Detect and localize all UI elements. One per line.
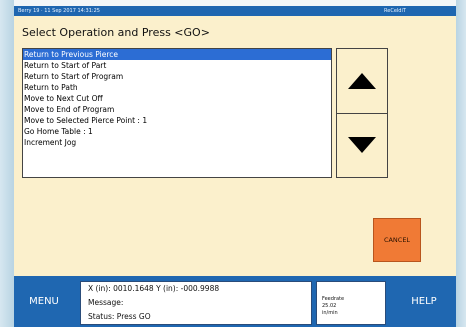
scroll-buttons	[336, 48, 388, 178]
triangle-up-icon	[348, 73, 376, 89]
feedrate-units: in/min	[322, 310, 338, 316]
position-readout: X (in): 0010.1648 Y (in): -000.9988	[88, 284, 220, 293]
monitor-bezel-right	[456, 0, 466, 327]
bottom-bar: MENU X (in): 0010.1648 Y (in): -000.9988…	[14, 276, 456, 327]
list-item-return-path[interactable]: Return to Path	[23, 82, 331, 93]
list-item-return-start-part[interactable]: Return to Start of Part	[23, 60, 331, 71]
feedrate-value: 25.02	[322, 303, 337, 309]
list-item-next-cut-off[interactable]: Move to Next Cut Off	[23, 93, 331, 104]
menu-button[interactable]: MENU	[14, 276, 74, 327]
title-bar: Berry 19 · 11 Sep 2017 14:31:25 ReCeldiT	[14, 6, 456, 16]
monitor-bezel-left	[0, 0, 14, 327]
list-item-return-start-program[interactable]: Return to Start of Program	[23, 71, 331, 82]
feedrate-label: Feedrate	[322, 296, 345, 302]
status-panel: X (in): 0010.1648 Y (in): -000.9988 Mess…	[80, 281, 312, 325]
triangle-down-icon	[348, 137, 376, 153]
screen: Berry 19 · 11 Sep 2017 14:31:25 ReCeldiT…	[14, 6, 456, 327]
help-button[interactable]: HELP	[392, 276, 456, 327]
datetime-text: Berry 19 · 11 Sep 2017 14:31:25	[18, 8, 100, 14]
message-label: Message:	[88, 298, 124, 307]
scroll-up-button[interactable]	[337, 49, 387, 114]
status-text: Status: Press GO	[88, 312, 151, 321]
list-item-return-previous-pierce[interactable]: Return to Previous Pierce	[23, 49, 331, 60]
feedrate-panel: Feedrate 25.02 in/min	[316, 281, 386, 325]
operation-list[interactable]: Return to Previous Pierce Return to Star…	[22, 48, 332, 178]
hostname-text: ReCeldiT	[384, 8, 406, 14]
cancel-button[interactable]: CANCEL	[373, 218, 421, 262]
list-item-go-home-table[interactable]: Go Home Table : 1	[23, 126, 331, 137]
scroll-down-button[interactable]	[337, 113, 387, 177]
list-item-selected-pierce[interactable]: Move to Selected Pierce Point : 1	[23, 115, 331, 126]
list-item-increment-jog[interactable]: Increment Jog	[23, 137, 331, 148]
page-title: Select Operation and Press <GO>	[22, 26, 210, 39]
list-item-end-program[interactable]: Move to End of Program	[23, 104, 331, 115]
